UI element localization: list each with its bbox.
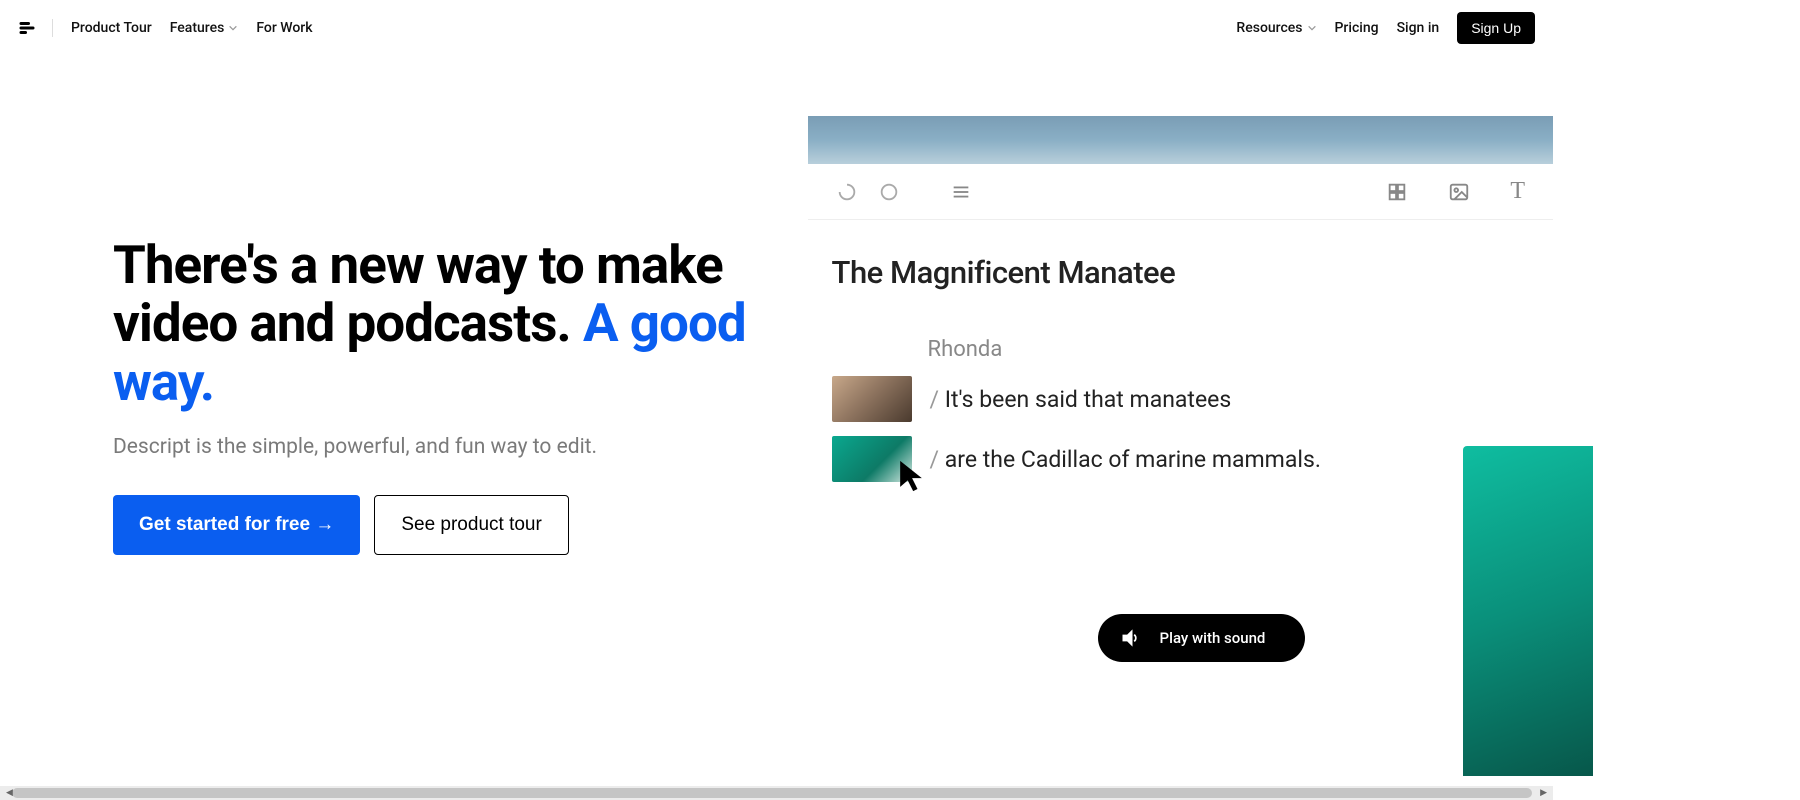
- hero-preview-column: T The Magnificent Manatee Rhonda / It's …: [808, 116, 1553, 676]
- grid-icon[interactable]: [1386, 181, 1408, 203]
- transcript-text: / It's been said that manatees: [930, 386, 1232, 413]
- subheadline: Descript is the simple, powerful, and fu…: [113, 435, 768, 459]
- history-icon[interactable]: [836, 181, 858, 203]
- nav-product-tour[interactable]: Product Tour: [71, 20, 152, 36]
- brand-logo-icon[interactable]: [18, 19, 36, 37]
- logo-container: [18, 19, 53, 37]
- scroll-right-caret-icon[interactable]: ▶: [1540, 788, 1547, 798]
- transcript-text-2: are the Cadillac of marine mammals.: [945, 446, 1321, 473]
- play-with-sound-button[interactable]: Play with sound: [1098, 614, 1306, 662]
- hero-text-column: There's a new way to make video and podc…: [0, 116, 808, 555]
- nav-for-work[interactable]: For Work: [256, 20, 312, 36]
- speaker-label: Rhonda: [928, 337, 1529, 362]
- nav-features[interactable]: Features: [170, 20, 239, 36]
- menu-icon[interactable]: [950, 181, 972, 203]
- headline: There's a new way to make video and podc…: [113, 236, 768, 411]
- nav-features-label: Features: [170, 20, 225, 36]
- chevron-down-icon: [228, 23, 238, 33]
- transcript-text: / are the Cadillac of marine mammals.: [930, 446, 1321, 473]
- transcript-text-1: It's been said that manatees: [945, 386, 1231, 413]
- nav-right: Resources Pricing Sign in Sign Up: [1236, 12, 1535, 44]
- side-preview-image: [1463, 446, 1593, 776]
- nav-sign-in[interactable]: Sign in: [1397, 20, 1440, 36]
- document-title: The Magnificent Manatee: [832, 254, 1529, 291]
- hero-section: There's a new way to make video and podc…: [0, 56, 1553, 676]
- preview-banner-image: [808, 116, 1553, 164]
- chevron-down-icon: [1307, 23, 1317, 33]
- text-tool-icon[interactable]: T: [1510, 178, 1525, 205]
- preview-toolbar: T: [808, 164, 1553, 220]
- preview-body: The Magnificent Manatee Rhonda / It's be…: [808, 220, 1553, 482]
- get-started-button[interactable]: Get started for free →: [113, 495, 360, 555]
- scrollbar-track[interactable]: [12, 788, 1532, 798]
- nav-pricing[interactable]: Pricing: [1335, 20, 1379, 36]
- nav-links-left: Product Tour Features For Work: [71, 20, 313, 36]
- clip-thumbnail-1: [832, 376, 912, 422]
- toolbar-left: [836, 181, 972, 203]
- product-tour-button[interactable]: See product tour: [374, 495, 568, 555]
- image-icon[interactable]: [1448, 181, 1470, 203]
- play-sound-label: Play with sound: [1160, 629, 1266, 647]
- top-nav: Product Tour Features For Work Resources…: [0, 0, 1553, 56]
- sign-up-button[interactable]: Sign Up: [1457, 12, 1535, 44]
- cta-row: Get started for free → See product tour: [113, 495, 768, 555]
- transcript-line-2[interactable]: / are the Cadillac of marine mammals.: [832, 436, 1529, 482]
- nav-resources[interactable]: Resources: [1236, 20, 1316, 36]
- toolbar-right: T: [1386, 178, 1525, 205]
- sound-icon: [1120, 628, 1140, 648]
- app-preview: T The Magnificent Manatee Rhonda / It's …: [808, 116, 1553, 482]
- circle-icon[interactable]: [878, 181, 900, 203]
- nav-left: Product Tour Features For Work: [18, 19, 313, 37]
- nav-resources-label: Resources: [1236, 20, 1302, 36]
- cursor-pointer-icon: [898, 458, 924, 494]
- transcript-line-1[interactable]: / It's been said that manatees: [832, 376, 1529, 422]
